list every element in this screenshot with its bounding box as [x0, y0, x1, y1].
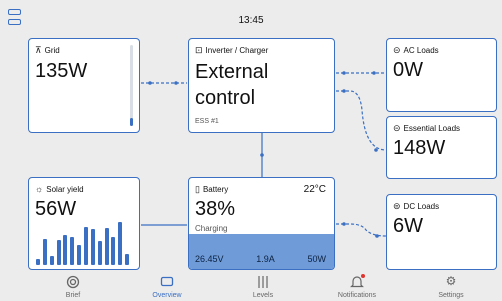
solar-yield-value: 56W: [35, 198, 77, 220]
solar-history-bar: [70, 237, 75, 265]
inverter-card[interactable]: ⊡ Inverter / Charger External control ES…: [188, 38, 335, 133]
grid-power-value: 135W: [35, 60, 88, 82]
nav-brief[interactable]: Brief: [33, 272, 113, 301]
battery-title: ▯ Battery: [195, 184, 229, 194]
solar-history-bar: [111, 237, 116, 265]
battery-stats: 26.45V 1.9A 50W: [195, 254, 326, 264]
essential-loads-title: ⊝ Essential Loads: [393, 123, 461, 133]
grid-tower-icon: ⊼: [35, 45, 42, 55]
nav-levels[interactable]: Levels: [223, 272, 303, 301]
inverter-mode: ESS #1: [195, 118, 219, 125]
solar-history-chart: [35, 217, 133, 265]
grid-level-bar: [130, 45, 133, 126]
solar-history-bar: [90, 229, 95, 265]
brief-gauge-icon: [33, 272, 113, 291]
dc-loads-title: ⊜ DC Loads: [393, 201, 440, 211]
ac-loads-card[interactable]: ⊝ AC Loads 0W: [386, 38, 497, 112]
battery-power: 50W: [307, 254, 326, 264]
grid-title: ⊼ Grid: [35, 45, 60, 55]
grid-card[interactable]: ⊼ Grid 135W: [28, 38, 140, 133]
battery-state: Charging: [195, 224, 228, 233]
nav-settings[interactable]: ⚙ Settings: [411, 272, 491, 301]
essential-loads-card[interactable]: ⊝ Essential Loads 148W: [386, 116, 497, 179]
overview-icon: [127, 272, 207, 291]
battery-current: 1.9A: [256, 254, 275, 264]
solar-history-bar: [49, 256, 54, 265]
ac-plug-icon: ⊝: [393, 45, 401, 55]
notification-alert-dot: [361, 274, 365, 278]
battery-temperature: 22°C: [303, 184, 326, 195]
sun-icon: ☼: [35, 184, 44, 194]
nav-overview[interactable]: Overview: [127, 272, 207, 301]
solar-history-bar: [36, 259, 40, 265]
ac-loads-title: ⊝ AC Loads: [393, 45, 439, 55]
solar-history-bar: [84, 226, 88, 265]
battery-soc-value: 38%: [195, 198, 236, 220]
battery-card[interactable]: ▯ Battery 22°C 38% Charging 26.45V 1.9A …: [188, 177, 335, 270]
dc-loads-value: 6W: [393, 215, 424, 237]
essential-loads-value: 148W: [393, 137, 446, 159]
solar-history-bar: [125, 254, 130, 265]
bottom-nav: Brief Overview Levels Notifications ⚙ Se…: [0, 272, 502, 301]
dc-loads-card[interactable]: ⊜ DC Loads 6W: [386, 194, 497, 270]
ac-plug-icon: ⊝: [393, 123, 401, 133]
inverter-title: ⊡ Inverter / Charger: [195, 45, 269, 55]
ac-loads-value: 0W: [393, 59, 424, 81]
solar-title: ☼ Solar yield: [35, 184, 84, 194]
solar-history-bar: [42, 238, 47, 265]
solar-history-bar: [118, 221, 123, 265]
levels-icon: [223, 272, 303, 291]
inverter-state-value: External control: [195, 61, 269, 109]
solar-history-bar: [77, 244, 82, 265]
battery-voltage: 26.45V: [195, 254, 224, 264]
solar-history-bar: [63, 235, 68, 265]
battery-icon: ▯: [195, 184, 200, 194]
gear-icon: ⚙: [445, 274, 457, 288]
bell-icon: [317, 272, 397, 291]
solar-history-bar: [104, 227, 109, 265]
inverter-icon: ⊡: [195, 45, 203, 55]
solar-card[interactable]: ☼ Solar yield 56W: [28, 177, 140, 270]
solar-history-bar: [56, 240, 61, 265]
nav-notifications[interactable]: Notifications: [317, 272, 397, 301]
dc-plug-icon: ⊜: [393, 201, 401, 211]
solar-history-bar: [97, 241, 102, 265]
